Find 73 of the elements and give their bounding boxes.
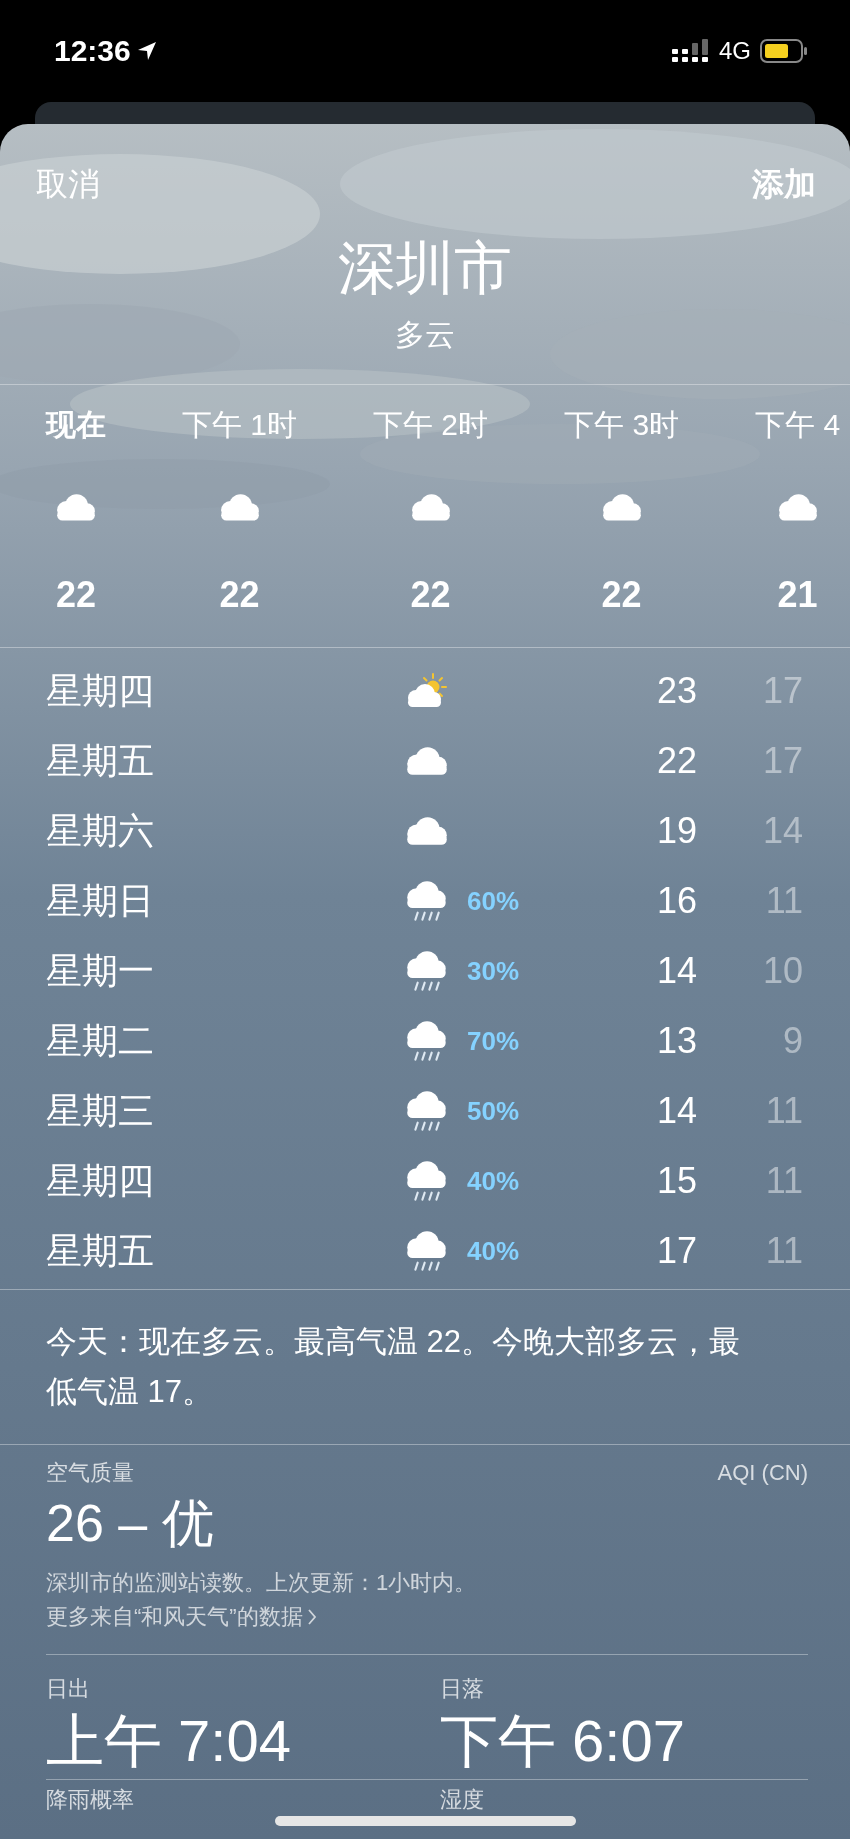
day-label: 星期一 [46,948,155,993]
cloud-icon [406,816,448,846]
high-temperature: 16 [655,880,697,922]
high-temperature: 13 [655,1020,697,1062]
precipitation-chance: 40% [466,1235,520,1266]
detail-value: 上午 7:04 [46,1708,291,1773]
high-temperature: 15 [655,1160,697,1202]
cloud-icon [56,492,96,522]
city-name: 深圳市 [337,234,513,302]
precipitation-chance: 30% [466,955,520,986]
location-arrow-icon [136,41,157,61]
day-label: 星期四 [46,668,155,713]
hour-temperature: 22 [410,575,451,615]
cloud-icon [406,746,448,776]
day-label: 星期五 [46,1228,155,1273]
low-temperature: 9 [781,1020,803,1062]
detail-label: 湿度 [440,1787,484,1812]
day-label: 星期四 [46,1158,155,1203]
forecast-summary: 今天：现在多云。最高气温 22。今晚大部多云，最低气温 17。 [46,1323,742,1411]
low-temperature: 17 [761,740,803,782]
hour-temperature: 22 [601,575,642,615]
add-button[interactable]: 添加 [752,163,816,207]
precipitation-chance: 40% [466,1165,520,1196]
high-temperature: 23 [655,670,697,712]
cloud-icon [601,492,642,522]
day-label: 星期三 [46,1088,155,1133]
cloud-icon [777,492,818,522]
condition-label: 多云 [395,318,455,351]
detail-label: 降雨概率 [46,1787,134,1812]
high-temperature: 14 [655,950,697,992]
high-temperature: 14 [655,1090,697,1132]
low-temperature: 10 [761,950,803,992]
cloud-icon [410,492,451,522]
low-temperature: 11 [764,880,803,922]
day-label: 星期六 [46,808,155,853]
hour-label: 下午 1时 [182,407,298,443]
detail-label: 日落 [440,1676,484,1701]
day-label: 星期日 [46,878,155,923]
network-label: 4G [719,37,751,65]
day-label: 星期五 [46,738,155,783]
section-label: 空气质量 [46,1459,134,1487]
signal-icon [672,39,710,63]
cancel-button[interactable]: 取消 [36,163,100,207]
low-temperature: 11 [764,1090,803,1132]
hour-label: 下午 2时 [373,407,489,443]
day-label: 星期二 [46,1018,155,1063]
detail-value: 下午 6:07 [440,1708,685,1773]
station-note: 深圳市的监测站读数。上次更新：1小时内。 [46,1570,477,1595]
precipitation-chance: 50% [466,1095,520,1126]
cloud-icon [219,492,260,522]
high-temperature: 17 [655,1230,697,1272]
low-temperature: 17 [761,670,803,712]
low-temperature: 11 [764,1160,803,1202]
detail-label: 日出 [46,1676,90,1701]
hour-temperature: 22 [219,575,260,615]
precipitation-chance: 60% [466,885,520,916]
data-source-link[interactable]: 更多来自“和风天气”的数据 [46,1600,317,1634]
high-temperature: 22 [655,740,697,782]
hour-label: 现在 [46,407,106,443]
hour-label: 下午 4 [755,407,841,443]
low-temperature: 14 [761,810,803,852]
high-temperature: 19 [655,810,697,852]
low-temperature: 11 [764,1230,803,1272]
air-quality-value: 26 – 优 [46,1494,214,1552]
scale-label: AQI (CN) [717,1459,808,1487]
hour-temperature: 22 [55,575,96,615]
home-indicator[interactable] [275,1816,576,1826]
battery-icon [760,39,808,63]
hour-label: 下午 3时 [564,407,680,443]
clock-time: 12:36 [54,34,131,68]
chevron-icon [306,1608,317,1626]
hour-temperature: 21 [777,575,818,615]
precipitation-chance: 70% [466,1025,520,1056]
